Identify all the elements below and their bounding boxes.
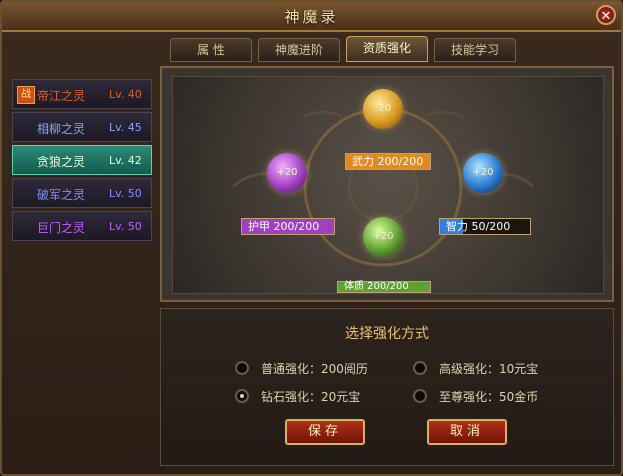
tab-attributes[interactable]: 属 性 <box>170 38 252 62</box>
force-orb-value: -20 <box>374 103 392 114</box>
intellect-stat: 智力 50/200 <box>439 218 531 235</box>
aptitude-panel: -20 武力 200/200 +20 护甲 200/200 +20 智力 50/… <box>160 66 614 302</box>
force-stat: 武力 200/200 <box>345 153 431 170</box>
armor-stat: 护甲 200/200 <box>241 218 335 235</box>
armor-stat-label: 护甲 200/200 <box>248 220 320 233</box>
spirit-level: Lv. 50 <box>109 187 142 200</box>
spirit-level: Lv. 42 <box>109 154 142 167</box>
close-button[interactable]: ✕ <box>596 5 616 25</box>
spirit-level: Lv. 40 <box>109 88 142 101</box>
constitution-stat: 体质 200/200 <box>337 281 431 293</box>
spirit-name: 破军之灵 <box>37 188 86 202</box>
spirit-item-pojun[interactable]: 破军之灵 Lv. 50 <box>12 178 152 208</box>
battle-badge: 战 <box>17 86 35 104</box>
option-supreme-label: 至尊强化：50金币 <box>439 390 539 404</box>
close-icon: ✕ <box>600 9 612 24</box>
enhance-options: 选择强化方式 普通强化：200阅历 高级强化：10元宝 钻石强化：20元宝 至尊… <box>160 308 614 466</box>
constitution-orb-value: +20 <box>372 231 394 242</box>
window: 神魔录 ✕ 属 性 神魔进阶 资质强化 技能学习 战 帝江之灵 Lv. 40 相… <box>0 0 623 476</box>
radio-normal[interactable] <box>235 361 249 375</box>
spirit-item-tanlang[interactable]: 贪狼之灵 Lv. 42 <box>12 145 152 175</box>
spirit-item-xiangliu[interactable]: 相柳之灵 Lv. 45 <box>12 112 152 142</box>
intellect-orb-value: +20 <box>472 167 494 178</box>
spirit-name: 帝江之灵 <box>37 89 86 103</box>
save-button[interactable]: 保存 <box>285 419 365 445</box>
title-bar: 神魔录 ✕ <box>2 2 621 32</box>
radio-diamond[interactable] <box>235 389 249 403</box>
spirit-name: 巨门之灵 <box>37 221 86 235</box>
radio-advanced[interactable] <box>413 361 427 375</box>
option-normal-label: 普通强化：200阅历 <box>261 362 368 376</box>
force-stat-label: 武力 200/200 <box>352 155 424 168</box>
spirit-item-jumen[interactable]: 巨门之灵 Lv. 50 <box>12 211 152 241</box>
radio-supreme[interactable] <box>413 389 427 403</box>
option-advanced-label: 高级强化：10元宝 <box>439 362 539 376</box>
window-title: 神魔录 <box>284 8 339 26</box>
intellect-stat-label: 智力 50/200 <box>446 220 511 233</box>
spirit-level: Lv. 50 <box>109 220 142 233</box>
tab-advance[interactable]: 神魔进阶 <box>258 38 340 62</box>
spirit-item-dijiang[interactable]: 战 帝江之灵 Lv. 40 <box>12 79 152 109</box>
armor-orb-value: +20 <box>276 167 298 178</box>
spirit-name: 相柳之灵 <box>37 122 86 136</box>
spirit-level: Lv. 45 <box>109 121 142 134</box>
tab-skills[interactable]: 技能学习 <box>434 38 516 62</box>
option-diamond-label: 钻石强化：20元宝 <box>261 390 361 404</box>
aptitude-board: -20 武力 200/200 +20 护甲 200/200 +20 智力 50/… <box>172 76 604 294</box>
constitution-stat-label: 体质 200/200 <box>344 281 409 292</box>
options-title: 选择强化方式 <box>345 326 429 342</box>
cancel-button[interactable]: 取消 <box>427 419 507 445</box>
tab-aptitude[interactable]: 资质强化 <box>346 36 428 62</box>
spirit-name: 贪狼之灵 <box>37 155 86 169</box>
